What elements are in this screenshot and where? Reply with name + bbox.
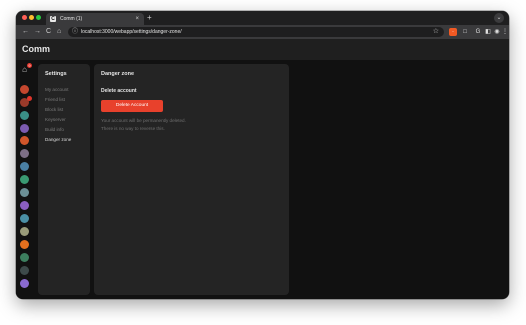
community-icon[interactable] (20, 111, 29, 120)
community-rail: ⌂ 9 (16, 60, 34, 299)
menu-icon[interactable]: ⋮ (501, 28, 509, 36)
page-title: Danger zone (101, 71, 135, 77)
app-brand: Comm (22, 44, 51, 54)
settings-title: Settings (45, 71, 67, 77)
delete-account-heading: Delete account (101, 88, 137, 94)
community-icon[interactable] (20, 188, 29, 197)
community-icon[interactable] (20, 124, 29, 133)
comm-favicon-icon: C (50, 16, 56, 22)
reload-button[interactable]: C (46, 27, 51, 37)
community-icon[interactable] (20, 149, 29, 158)
community-icon[interactable] (20, 266, 29, 275)
settings-nav: Settings My account Friend list Block li… (38, 64, 90, 295)
settings-item-block-list[interactable]: Block list (45, 106, 63, 113)
forward-button[interactable]: → (34, 27, 41, 37)
settings-item-friend-list[interactable]: Friend list (45, 96, 65, 103)
community-icon[interactable] (20, 175, 29, 184)
community-icon[interactable] (20, 214, 29, 223)
community-icon[interactable] (20, 162, 29, 171)
settings-item-my-account[interactable]: My account (45, 86, 69, 93)
settings-item-build-info[interactable]: Build info (45, 126, 64, 133)
browser-window: C Comm (1) × + ⌄ ← → C ⌂ ⓘ localhost:300… (16, 11, 509, 299)
ext-square-icon[interactable]: □ (461, 28, 469, 36)
address-bar[interactable]: ⓘ localhost:3000/webapp/settings/danger-… (68, 27, 444, 37)
warning-text: Your account will be permanently deleted… (101, 118, 186, 123)
settings-item-keyserver[interactable]: Keyserver (45, 116, 66, 123)
community-icon[interactable] (20, 85, 29, 94)
unread-badge: 9 (27, 63, 32, 68)
danger-zone-panel: Danger zone Delete account Delete Accoun… (94, 64, 289, 295)
maximize-window-button[interactable] (36, 15, 41, 20)
tab-strip: C Comm (1) × + ⌄ (16, 11, 509, 25)
community-icon[interactable] (20, 136, 29, 145)
community-icon[interactable] (20, 201, 29, 210)
tab-close-icon[interactable]: × (135, 15, 139, 23)
community-icon[interactable] (20, 253, 29, 262)
close-window-button[interactable] (22, 15, 27, 20)
bookmark-star-icon[interactable]: ☆ (433, 27, 439, 37)
ext-g-icon[interactable]: G (474, 28, 482, 36)
ext-orange-icon[interactable]: · (449, 28, 457, 36)
back-button[interactable]: ← (22, 27, 29, 37)
tab-search-icon[interactable]: ⌄ (494, 13, 504, 23)
comm-app: Comm ⌂ 9 Settings My account Friend list… (16, 39, 509, 299)
site-info-icon[interactable]: ⓘ (72, 27, 78, 37)
home-button[interactable]: ⌂ (57, 27, 61, 37)
new-tab-button[interactable]: + (147, 13, 152, 23)
delete-account-button[interactable]: Delete Account (101, 100, 163, 112)
minimize-window-button[interactable] (29, 15, 34, 20)
sidebar-icon[interactable]: ◧ (484, 28, 492, 36)
community-icon[interactable] (20, 227, 29, 236)
community-icon[interactable] (20, 279, 29, 288)
tab-title: Comm (1) (60, 16, 83, 22)
community-icon[interactable] (20, 240, 29, 249)
app-header: Comm (16, 39, 509, 60)
unread-badge (27, 96, 32, 101)
browser-toolbar: ← → C ⌂ ⓘ localhost:3000/webapp/settings… (16, 25, 509, 39)
browser-tab[interactable]: C Comm (1) × (46, 13, 144, 25)
settings-item-danger-zone[interactable]: Danger zone (45, 136, 71, 143)
warning-text: There is no way to reverse this. (101, 126, 165, 131)
address-url[interactable]: localhost:3000/webapp/settings/danger-zo… (81, 28, 182, 36)
profile-icon[interactable]: ◉ (493, 28, 501, 36)
